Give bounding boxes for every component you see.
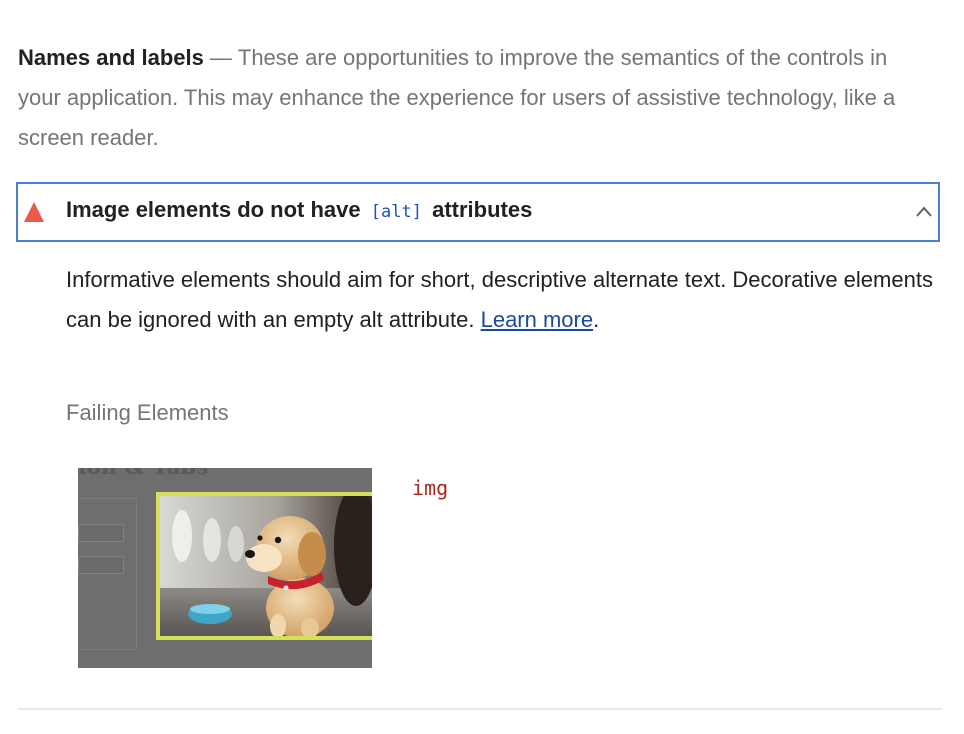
failing-element-thumbnail: ion & Tabs: [78, 468, 372, 668]
group-title: Names and labels: [18, 45, 204, 70]
section-divider: [18, 708, 942, 710]
element-highlight: [156, 492, 372, 640]
thumbnail-background-panel: [78, 498, 137, 650]
puppy-photo: [160, 496, 372, 636]
thumbnail-background-field: [78, 556, 124, 574]
warning-triangle-icon: [24, 202, 44, 222]
audit-title-code: [alt]: [370, 202, 422, 222]
audit-row[interactable]: Image elements do not have [alt] attribu…: [16, 182, 940, 242]
chevron-up-icon[interactable]: [914, 202, 934, 222]
audit-description: Informative elements should aim for shor…: [66, 260, 936, 340]
thumbnail-background-field: [78, 524, 124, 542]
group-dash: —: [209, 45, 232, 70]
failing-element-selector[interactable]: img: [412, 476, 448, 500]
audit-title: Image elements do not have [alt] attribu…: [66, 197, 532, 223]
failing-elements-header: Failing Elements: [66, 400, 229, 425]
learn-more-link[interactable]: Learn more: [481, 307, 594, 332]
thumbnail-background-text: ion & Tabs: [78, 468, 209, 480]
audit-title-after: attributes: [432, 197, 533, 222]
group-header: Names and labels — These are opportunities…: [18, 38, 908, 158]
description-period: .: [593, 307, 600, 332]
audit-title-before: Image elements do not have: [66, 197, 361, 222]
